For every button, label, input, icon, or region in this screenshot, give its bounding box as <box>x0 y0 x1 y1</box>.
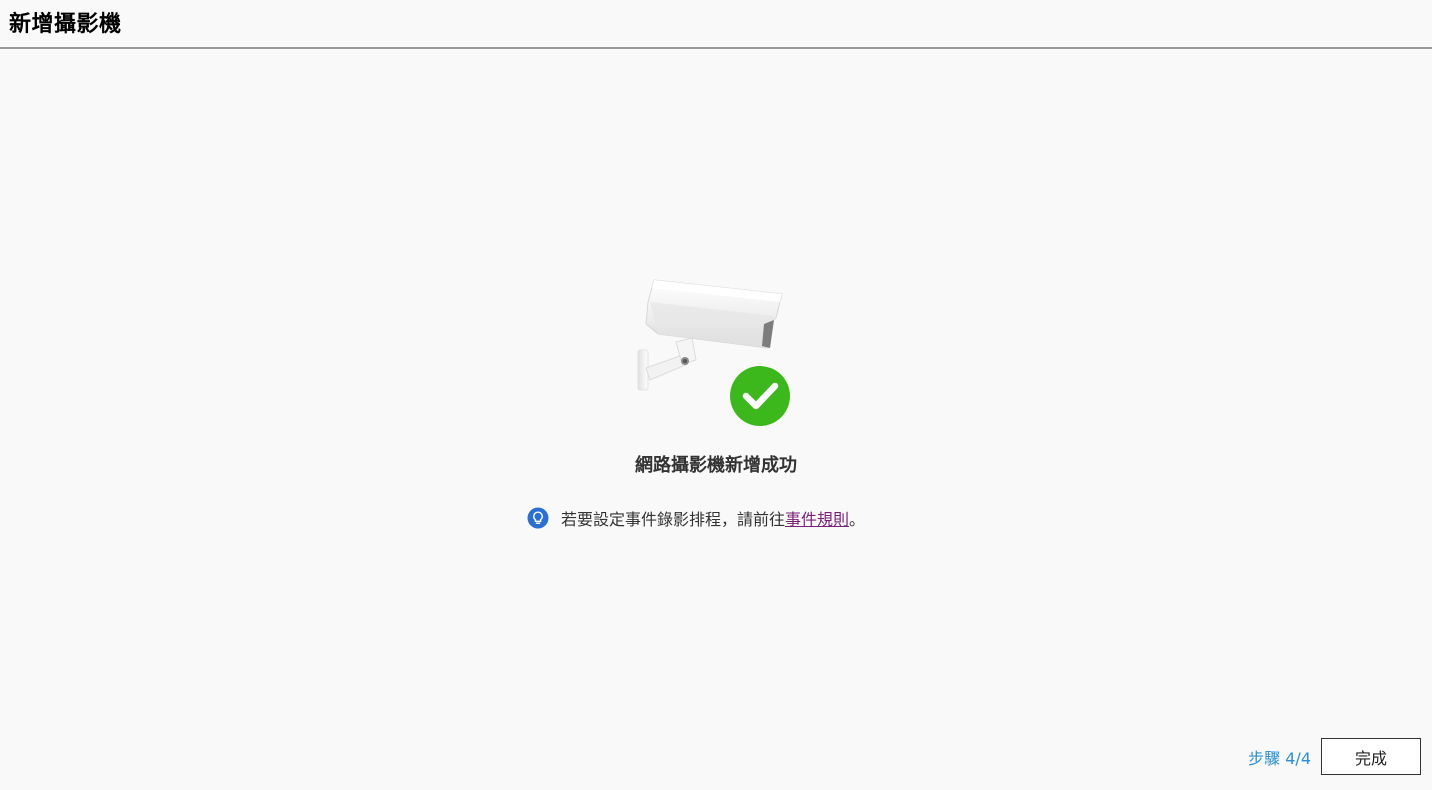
done-button[interactable]: 完成 <box>1321 738 1421 775</box>
hint-period: 。 <box>849 510 866 529</box>
hint-text: 若要設定事件錄影排程，請前往 <box>561 510 786 529</box>
event-rules-link[interactable]: 事件規則 <box>785 506 849 530</box>
step-indicator: 步驟 4/4 <box>1248 749 1311 768</box>
success-message: 網路攝影機新增成功 <box>635 455 797 476</box>
check-circle-icon <box>730 366 790 426</box>
hint-row: 若要設定事件錄影排程，請前往 事件規則。 <box>527 506 865 530</box>
camera-success-illustration <box>636 272 796 432</box>
dialog-header: 新增攝影機 <box>0 0 1432 49</box>
lightbulb-icon <box>527 507 549 529</box>
camera-icon <box>637 279 790 426</box>
page-title: 新增攝影機 <box>9 12 122 37</box>
